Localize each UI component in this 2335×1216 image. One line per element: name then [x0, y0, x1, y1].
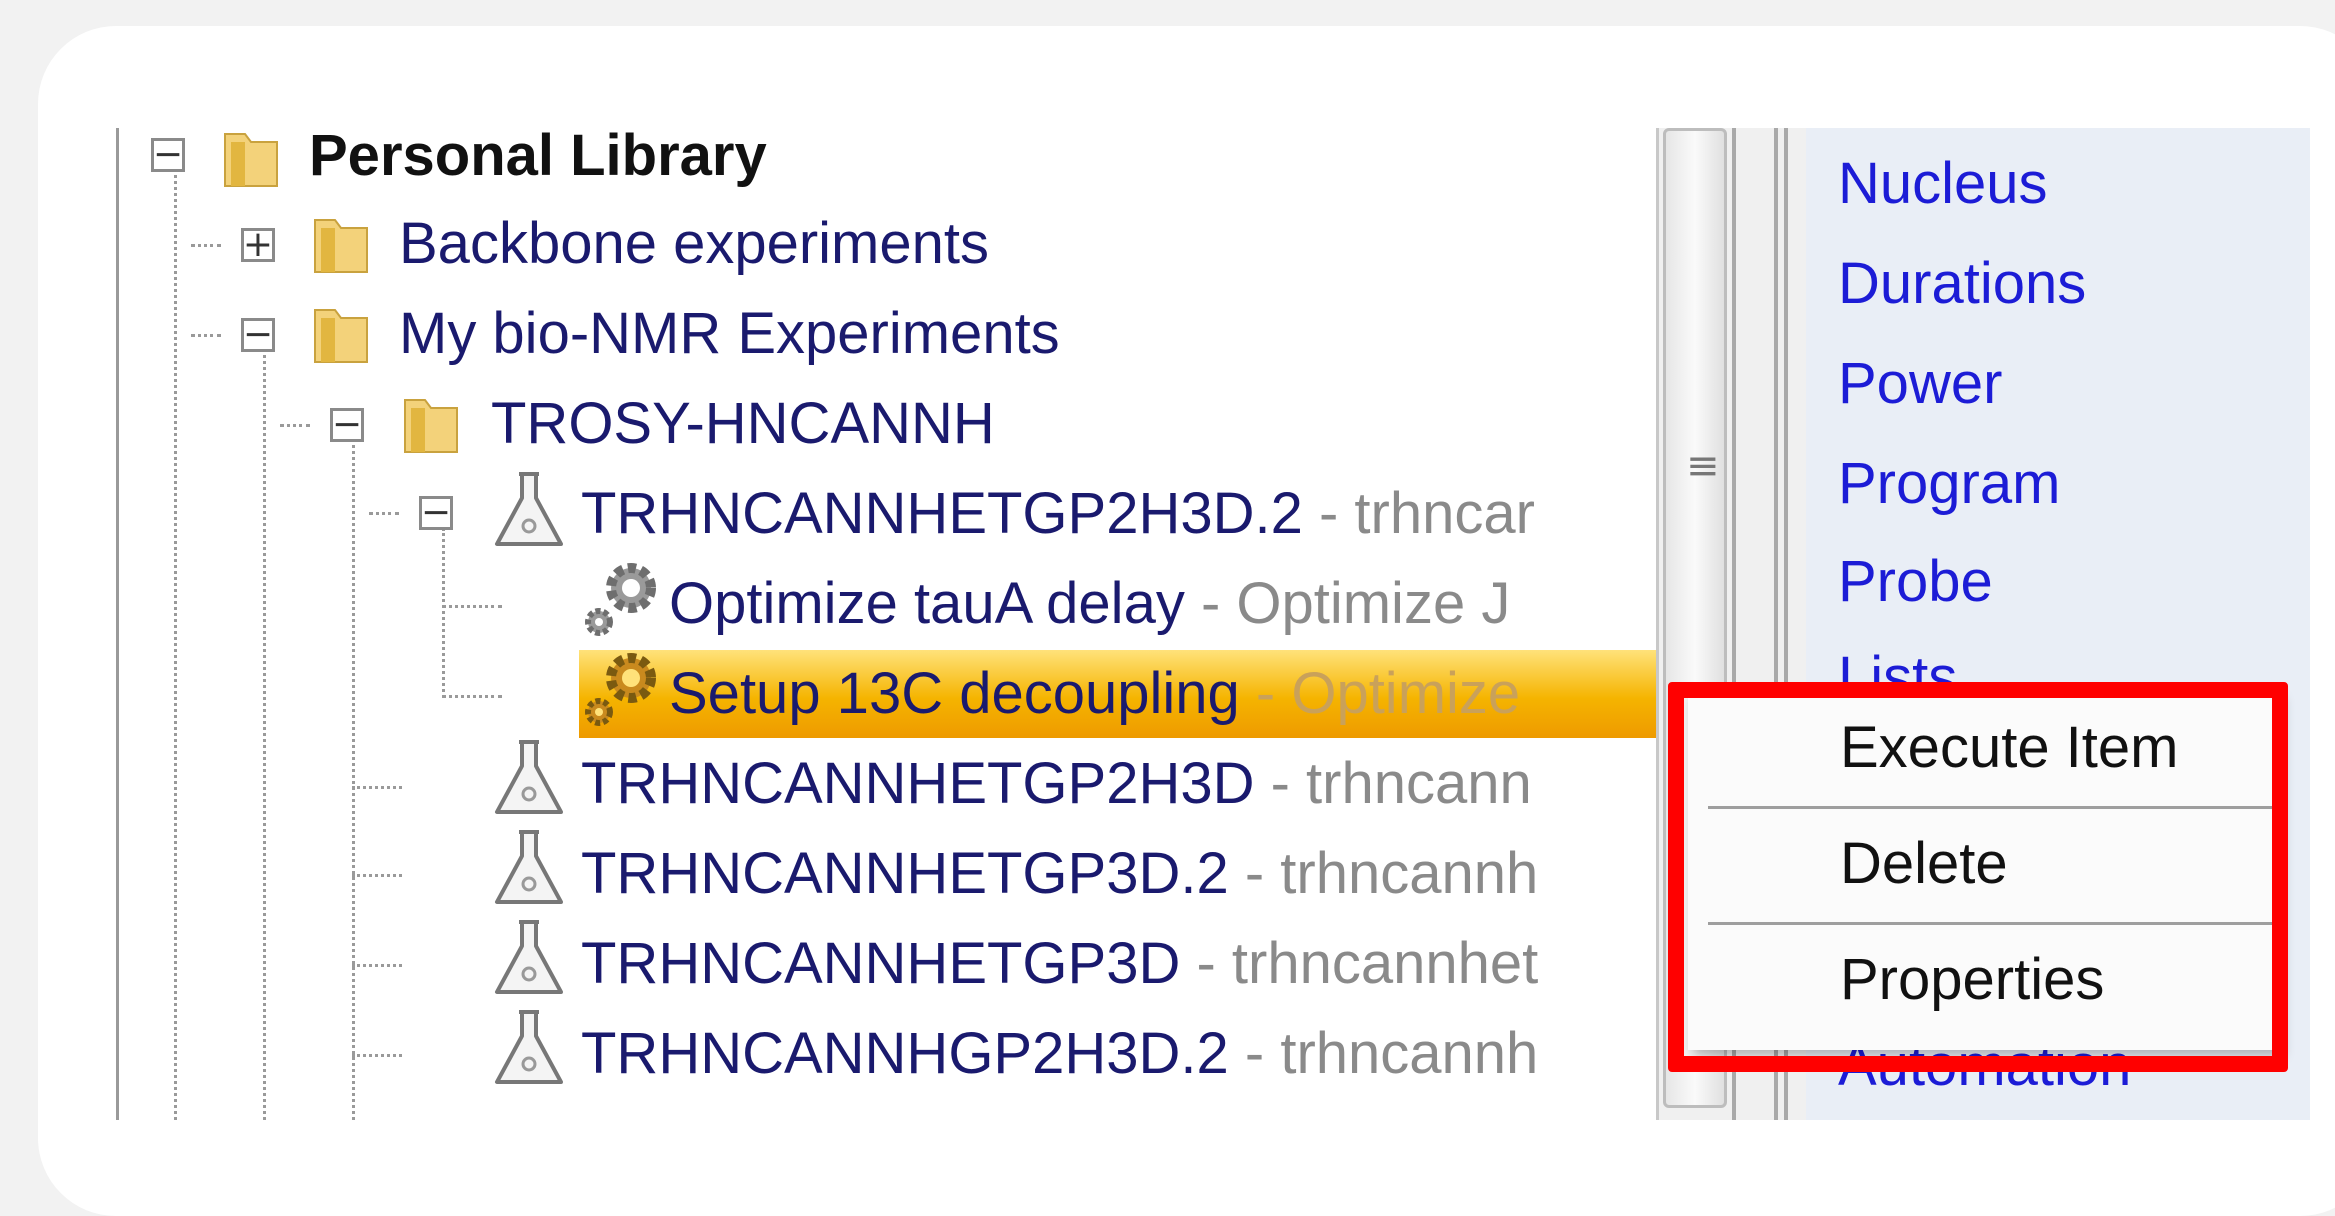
link-durations[interactable]: Durations: [1838, 250, 2086, 317]
flask-icon: [489, 736, 569, 825]
tree-row-desc: - Optimize: [1239, 661, 1521, 726]
tree-row-label: Setup 13C decoupling: [669, 661, 1240, 726]
folder-icon: [221, 128, 281, 193]
link-program[interactable]: Program: [1838, 450, 2060, 517]
tree-row-desc: - trhncann: [1254, 751, 1532, 816]
tree-row-label: TRHNCANNHETGP3D: [581, 931, 1181, 996]
tree-row-label: TRHNCANNHETGP2H3D.2: [581, 481, 1303, 546]
link-nucleus[interactable]: Nucleus: [1838, 150, 2048, 217]
tree-connector: [191, 334, 221, 337]
minus-box-icon[interactable]: −: [330, 407, 364, 443]
tree-row-desc: - trhncar: [1302, 481, 1535, 546]
tree-row-label: TRHNCANNHGP2H3D.2: [581, 1021, 1229, 1086]
tree-row[interactable]: My bio-NMR Experiments: [399, 290, 1060, 378]
flask-icon: [489, 826, 569, 915]
tree-row-label: TRHNCANNHETGP3D.2: [581, 841, 1229, 906]
folder-icon: [401, 390, 461, 459]
grip-icon: ≡: [1686, 443, 1720, 489]
tree-connector: [352, 428, 355, 1120]
tree-row-label: TROSY-HNCANNH: [491, 391, 995, 456]
tree-row[interactable]: Personal Library: [309, 128, 767, 200]
tree-connector: [442, 605, 502, 608]
flask-icon: [489, 1006, 569, 1095]
tree-row-desc: - trhncannh: [1228, 1021, 1539, 1086]
tree-connector: [280, 424, 310, 427]
tree-row[interactable]: TRHNCANNHGP2H3D.2 - trhncannh: [581, 1010, 1538, 1098]
folder-icon: [311, 210, 371, 279]
tree-row-desc: - trhncannh: [1228, 841, 1539, 906]
tree-row-label: Backbone experiments: [399, 211, 989, 276]
minus-box-icon[interactable]: −: [241, 317, 275, 353]
tree-connector: [352, 874, 402, 877]
tree-row[interactable]: TRHNCANNHETGP3D - trhncannhet: [581, 920, 1538, 1008]
tree-connector: [352, 964, 402, 967]
flask-icon: [489, 468, 569, 557]
flask-icon: [489, 916, 569, 1005]
tree-row-label: Optimize tauA delay: [669, 571, 1185, 636]
link-probe[interactable]: Probe: [1838, 548, 1993, 615]
gear-icon: [581, 558, 661, 647]
tree-row-desc: - Optimize J: [1184, 571, 1511, 636]
tree-row[interactable]: Backbone experiments: [399, 200, 989, 288]
tree-connector: [352, 1054, 402, 1057]
tree-connector: [369, 512, 399, 515]
library-tree[interactable]: − Personal Library + Backbone experiment…: [116, 128, 1659, 1120]
tree-row-label: My bio-NMR Experiments: [399, 301, 1060, 366]
tree-connector: [352, 786, 402, 789]
tree-connector: [174, 168, 177, 1120]
highlight-annotation: [1668, 682, 2288, 1072]
tree-row-selected[interactable]: Setup 13C decoupling - Optimize: [579, 650, 1659, 738]
link-power[interactable]: Power: [1838, 350, 2002, 417]
minus-box-icon[interactable]: −: [151, 137, 185, 173]
tree-connector: [442, 695, 502, 698]
tree-row[interactable]: TRHNCANNHETGP2H3D.2 - trhncar: [581, 470, 1535, 558]
tree-connector: [191, 244, 221, 247]
tree-connector: [442, 528, 445, 698]
tree-connector: [263, 348, 266, 1120]
tree-row[interactable]: TRHNCANNHETGP3D.2 - trhncannh: [581, 830, 1538, 918]
tree-row[interactable]: Optimize tauA delay - Optimize J: [669, 560, 1510, 648]
minus-box-icon[interactable]: −: [419, 495, 453, 531]
tree-row[interactable]: TROSY-HNCANNH: [491, 380, 995, 468]
tree-row-desc: - trhncannhet: [1180, 931, 1539, 996]
tree-row-label: TRHNCANNHETGP2H3D: [581, 751, 1255, 816]
tree-row-label: Personal Library: [309, 128, 767, 188]
tree-row[interactable]: TRHNCANNHETGP2H3D - trhncann: [581, 740, 1532, 828]
gear-icon: [581, 648, 661, 737]
folder-icon: [311, 300, 371, 369]
plus-box-icon[interactable]: +: [241, 227, 275, 263]
